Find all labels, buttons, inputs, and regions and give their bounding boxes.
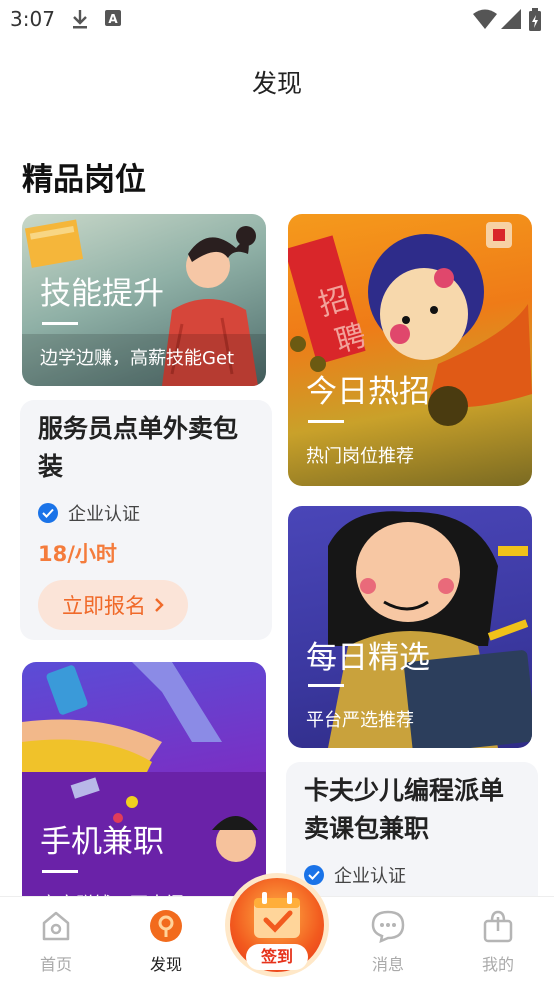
notification-a-icon: A (105, 10, 121, 26)
verified-check-icon (38, 503, 58, 523)
apply-button[interactable]: 立即报名 (38, 580, 188, 630)
job-card-2-title-line2: 卖课包兼职 (304, 814, 430, 843)
skill-card-divider (42, 322, 78, 325)
wifi-icon (473, 9, 497, 29)
job-card-1-salary: 18/小时 (38, 542, 117, 566)
skill-card-title: 技能提升 (40, 276, 164, 312)
phone-card-divider (42, 870, 78, 873)
discover-icon (150, 910, 182, 942)
job-card-2-title-line1: 卡夫少儿编程派单 (304, 776, 505, 805)
job-card-1[interactable]: 服务员点单外卖包 装 企业认证 18/小时 立即报名 (20, 400, 272, 640)
skill-card-subtitle: 边学边赚，高薪技能Get (40, 348, 235, 369)
download-icon (73, 10, 87, 29)
daily-card-divider (308, 684, 344, 687)
job-card-1-title-line1: 服务员点单外卖包 (38, 414, 239, 443)
user-profile-icon (483, 910, 513, 943)
job-card-2-cert-label: 企业认证 (334, 866, 406, 887)
daily-card-title: 每日精选 (306, 640, 430, 676)
tab-messages[interactable]: 消息 (348, 897, 428, 984)
apply-button-label: 立即报名 (62, 594, 146, 618)
daily-card-subtitle: 平台严选推荐 (306, 710, 414, 731)
page-title: 发现 (251, 69, 302, 98)
hot-card-title: 今日热招 (306, 374, 430, 410)
screen: 3:07 A 发现 精品岗位 技能提升 边学边赚，高薪技能Get 招 聘 今日热… (0, 0, 554, 984)
signal-icon (501, 9, 521, 29)
hot-card[interactable]: 招 聘 今日热招 热门岗位推荐 (288, 214, 532, 486)
hot-card-subtitle: 热门岗位推荐 (306, 446, 414, 467)
tab-home[interactable]: 首页 (16, 897, 96, 984)
tab-mine[interactable]: 我的 (458, 897, 538, 984)
job-card-1-cert-label: 企业认证 (68, 504, 140, 525)
tab-discover[interactable]: 发现 (126, 897, 206, 984)
phone-card-title: 手机兼职 (40, 824, 164, 860)
section-title: 精品岗位 (22, 162, 146, 198)
hot-card-divider (308, 420, 344, 423)
battery-icon (529, 8, 541, 31)
skill-card[interactable]: 技能提升 边学边赚，高薪技能Get (22, 214, 266, 386)
daily-card[interactable]: 每日精选 平台严选推荐 (288, 506, 532, 748)
job-card-1-cert: 企业认证 (38, 500, 140, 526)
home-icon (42, 911, 70, 941)
tab-home-label: 首页 (39, 955, 72, 974)
tab-mine-label: 我的 (481, 955, 514, 974)
signin-label: 签到 (246, 944, 308, 970)
chat-bubble-icon (371, 910, 405, 943)
status-time: 3:07 (10, 7, 55, 31)
chevron-right-icon (155, 598, 164, 612)
tab-discover-label: 发现 (149, 955, 182, 974)
job-card-1-title-line2: 装 (38, 452, 64, 481)
status-bar: 3:07 A (0, 0, 554, 38)
tab-messages-label: 消息 (371, 955, 404, 974)
svg-text:A: A (108, 12, 118, 26)
